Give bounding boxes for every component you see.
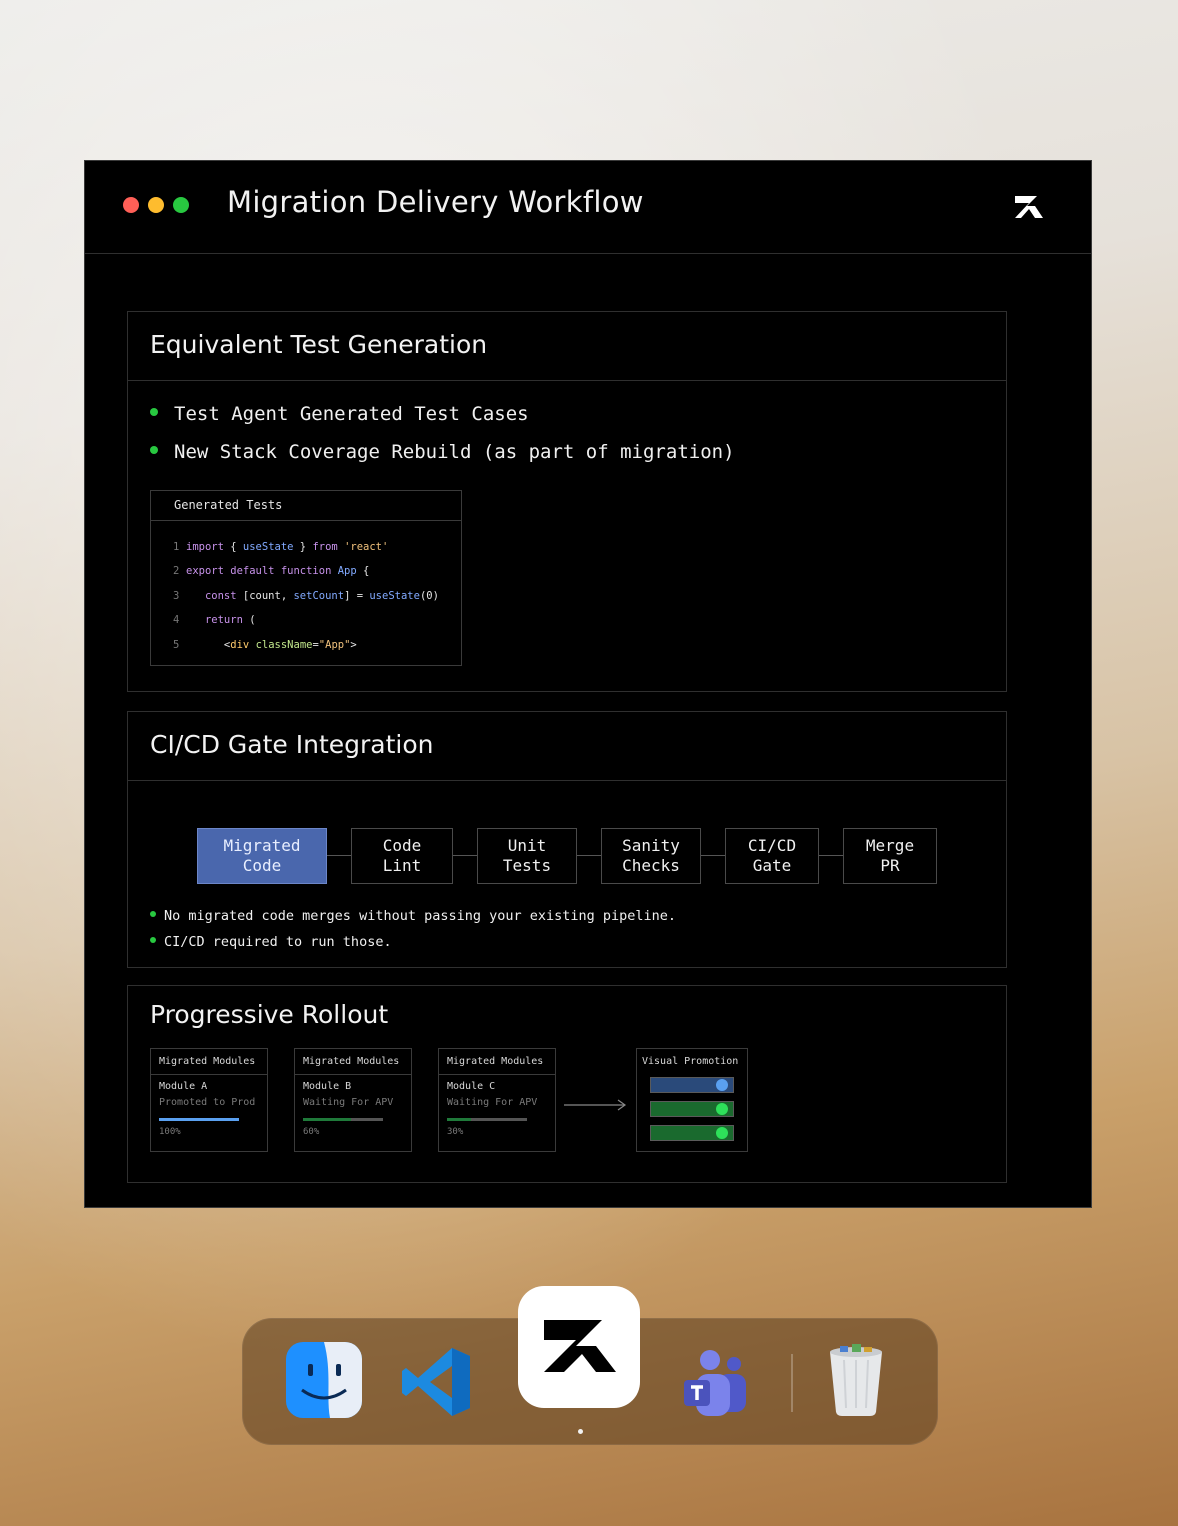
toggle-knob (716, 1103, 728, 1115)
module-card: Migrated Modules Module C Waiting For AP… (438, 1048, 556, 1152)
arrow-right-icon (564, 1099, 627, 1111)
toggle-knob (716, 1079, 728, 1091)
flow-arrow (453, 855, 477, 856)
running-indicator (578, 1429, 583, 1434)
title-bar: Migration Delivery Workflow (85, 161, 1091, 254)
code-line: 2 export default function App { (173, 565, 370, 577)
promotion-header: Visual Promotion (642, 1056, 739, 1067)
section-title: Equivalent Test Generation (150, 330, 488, 359)
module-card-header: Migrated Modules (295, 1049, 411, 1075)
code-panel-header: Generated Tests (151, 491, 461, 521)
code-line: 4 return ( (173, 614, 256, 626)
module-name: Module A (159, 1081, 208, 1092)
bullet-dot-icon (150, 407, 158, 416)
minimize-button[interactable] (148, 197, 164, 213)
code-line: 1 import { useState } from 'react' (173, 541, 389, 553)
trash-icon[interactable] (826, 1342, 886, 1418)
close-button[interactable] (123, 197, 139, 213)
note-text: No migrated code merges without passing … (164, 908, 677, 924)
module-status: Promoted to Prod (159, 1097, 256, 1108)
finder-icon[interactable] (286, 1342, 362, 1418)
module-card: Migrated Modules Module A Promoted to Pr… (150, 1048, 268, 1152)
promotion-toggle[interactable] (650, 1101, 734, 1117)
toggle-knob (716, 1127, 728, 1139)
code-line: 5 <div className="App"> (173, 639, 357, 651)
code-line: 3 const [count, setCount] = useState(0) (173, 590, 439, 602)
bullet-text: Test Agent Generated Test Cases (174, 403, 529, 425)
vscode-icon[interactable] (400, 1346, 472, 1418)
visual-promotion-panel: Visual Promotion (636, 1048, 748, 1152)
progress-bar (447, 1118, 527, 1121)
progress-percent: 60% (303, 1127, 320, 1137)
note-item: CI/CD required to run those. (150, 934, 392, 950)
app-window: Migration Delivery Workflow Equivalent T… (84, 160, 1092, 1208)
module-card-header: Migrated Modules (151, 1049, 267, 1075)
section-title: CI/CD Gate Integration (150, 730, 434, 759)
note-item: No migrated code merges without passing … (150, 908, 676, 924)
module-status: Waiting For APV (303, 1097, 394, 1108)
zr-logo-icon (1015, 196, 1043, 218)
code-panel: Generated Tests 1 import { useState } fro… (150, 490, 462, 666)
teams-icon[interactable] (682, 1346, 748, 1418)
bullet-item: Test Agent Generated Test Cases (150, 403, 529, 425)
bullet-item: New Stack Coverage Rebuild (as part of m… (150, 441, 735, 463)
progress-percent: 30% (447, 1127, 464, 1137)
note-text: CI/CD required to run those. (164, 934, 392, 950)
module-name: Module C (447, 1081, 496, 1092)
module-card-header: Migrated Modules (439, 1049, 555, 1075)
bullet-dot-icon (150, 911, 156, 917)
section-header: Equivalent Test Generation (128, 312, 1006, 381)
bullet-text: New Stack Coverage Rebuild (as part of m… (174, 441, 735, 463)
promotion-toggle[interactable] (650, 1125, 734, 1141)
window-title: Migration Delivery Workflow (227, 185, 644, 219)
flow-step-cicd-gate[interactable]: CI/CD Gate (725, 828, 819, 884)
module-status: Waiting For APV (447, 1097, 538, 1108)
section-header: CI/CD Gate Integration (128, 712, 1006, 781)
bullet-dot-icon (150, 937, 156, 943)
flow-arrow (701, 855, 725, 856)
promotion-toggle[interactable] (650, 1077, 734, 1093)
flow-step-code-lint[interactable]: Code Lint (351, 828, 453, 884)
flow-step-merge-pr[interactable]: Merge PR (843, 828, 937, 884)
progress-percent: 100% (159, 1127, 181, 1137)
flow-step-migrated-code[interactable]: Migrated Code (197, 828, 327, 884)
progress-bar (159, 1118, 239, 1121)
bullet-dot-icon (150, 445, 158, 454)
module-name: Module B (303, 1081, 352, 1092)
dock-separator (791, 1354, 793, 1412)
section-rollout: Progressive Rollout Migrated Modules Mod… (127, 985, 1007, 1183)
dock (242, 1286, 938, 1445)
section-test-generation: Equivalent Test Generation Test Agent Ge… (127, 311, 1007, 692)
flow-step-sanity-checks[interactable]: Sanity Checks (601, 828, 701, 884)
zr-app-icon[interactable] (518, 1286, 640, 1408)
maximize-button[interactable] (173, 197, 189, 213)
module-card: Migrated Modules Module B Waiting For AP… (294, 1048, 412, 1152)
section-cicd: CI/CD Gate Integration Migrated Code Code… (127, 711, 1007, 968)
progress-bar (303, 1118, 383, 1121)
section-title: Progressive Rollout (150, 1000, 389, 1029)
flow-arrow (327, 855, 351, 856)
flow-arrow (819, 855, 843, 856)
flow-arrow (577, 855, 601, 856)
flow-step-unit-tests[interactable]: Unit Tests (477, 828, 577, 884)
